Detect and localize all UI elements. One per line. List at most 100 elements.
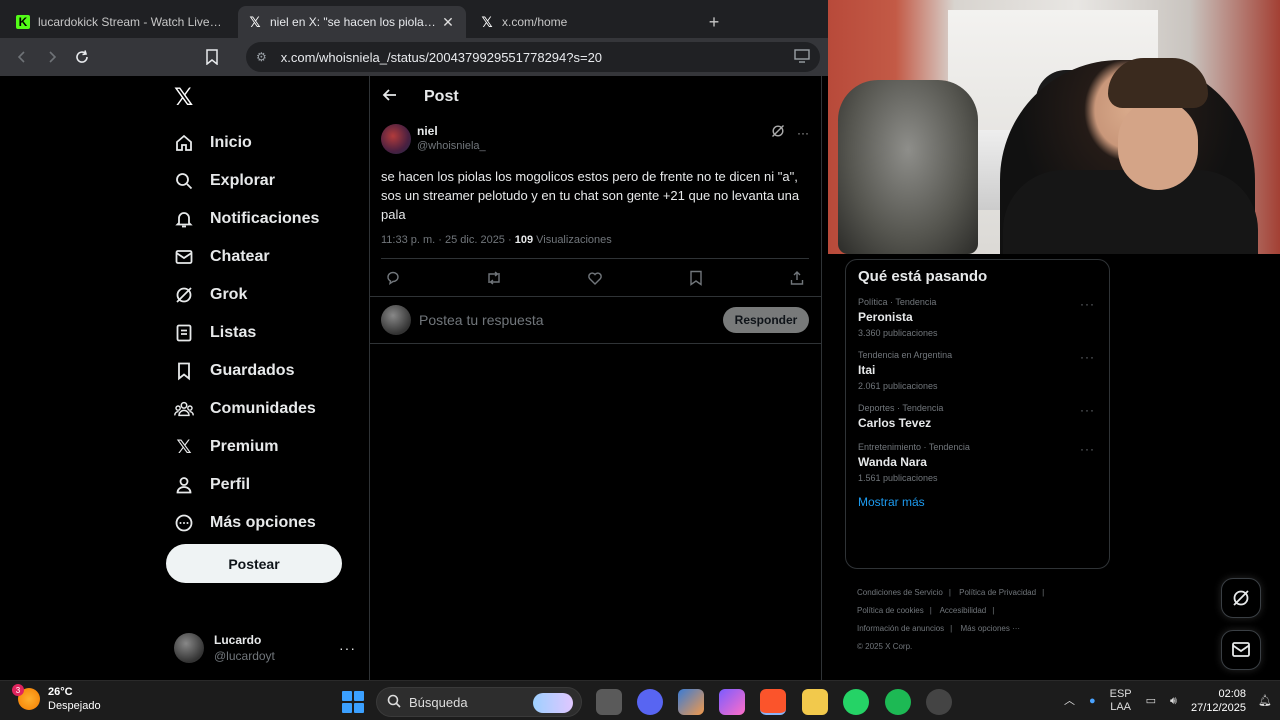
webcam-chair — [838, 80, 978, 254]
taskbar-search[interactable]: Búsqueda — [376, 687, 582, 717]
footer-link[interactable]: Más opciones ··· — [960, 624, 1020, 633]
whatsapp-icon[interactable] — [843, 689, 869, 715]
trend-item[interactable]: Política · Tendencia Peronista 3.360 pub… — [858, 297, 1097, 338]
nav-perfil[interactable]: Perfil — [174, 466, 319, 504]
trend-count: 1.561 publicaciones — [858, 473, 938, 483]
task-view-icon[interactable] — [596, 689, 622, 715]
site-settings-icon[interactable]: ⚙ — [256, 50, 267, 64]
nav-label: Guardados — [210, 362, 295, 379]
trend-item[interactable]: Tendencia en Argentina Itai 2.061 public… — [858, 350, 1097, 391]
browser-tab-bar: K lucardokick Stream - Watch Live on K 𝕏… — [0, 0, 828, 38]
share-icon[interactable] — [787, 268, 807, 288]
account-handle: @lucardoyt — [214, 649, 275, 663]
tab-x-home[interactable]: 𝕏 x.com/home — [470, 6, 698, 38]
url-omnibox[interactable]: ⚙ x.com/whoisniela_/status/2004379929551… — [246, 42, 820, 72]
spotify-icon[interactable] — [885, 689, 911, 715]
install-app-icon[interactable] — [794, 48, 810, 66]
language-indicator[interactable]: ESP LAA — [1110, 688, 1132, 714]
author-handle[interactable]: @whoisniela_ — [417, 140, 771, 152]
clock[interactable]: 02:08 27/12/2025 — [1191, 687, 1246, 715]
nav-mas-opciones[interactable]: Más opciones — [174, 504, 319, 542]
app-icon[interactable] — [678, 689, 704, 715]
trend-item[interactable]: Deportes · Tendencia Carlos Tevez ··· — [858, 403, 1097, 430]
trend-count: 3.360 publicaciones — [858, 328, 938, 338]
forward-button[interactable] — [38, 43, 66, 71]
nav-label: Perfil — [210, 476, 251, 493]
footer-link[interactable]: Condiciones de Servicio — [857, 588, 943, 597]
back-button[interactable] — [8, 43, 36, 71]
footer-link[interactable]: Información de anuncios — [857, 624, 944, 633]
repost-icon[interactable] — [484, 268, 504, 288]
avatar[interactable] — [381, 124, 411, 154]
account-switcher[interactable]: Lucardo @lucardoyt ··· — [174, 628, 356, 668]
tab-x-post[interactable]: 𝕏 niel en X: "se hacen los piolas los ✕ — [238, 6, 466, 38]
more-dots-icon[interactable]: ··· — [1080, 442, 1095, 456]
weather-temp: 26°C — [48, 686, 73, 698]
close-tab-icon[interactable]: ✕ — [440, 14, 456, 31]
reload-button[interactable] — [68, 43, 96, 71]
footer-link[interactable]: Accesibilidad — [940, 606, 987, 615]
grok-icon — [1233, 590, 1249, 606]
nav-guardados[interactable]: Guardados — [174, 352, 319, 390]
weather-desc: Despejado — [48, 700, 101, 712]
more-dots-icon[interactable]: ··· — [1080, 403, 1095, 417]
discord-icon[interactable] — [637, 689, 663, 715]
chevron-up-icon[interactable]: ︿ — [1064, 695, 1075, 708]
file-explorer-icon[interactable] — [802, 689, 828, 715]
more-dots-icon[interactable]: ··· — [797, 126, 809, 140]
nav-grok[interactable]: Grok — [174, 276, 319, 314]
nav-premium[interactable]: 𝕏 Premium — [174, 428, 319, 466]
trend-context: Entretenimiento · Tendencia — [858, 442, 970, 452]
trend-count: 2.061 publicaciones — [858, 381, 938, 391]
app-icon[interactable] — [926, 689, 952, 715]
url-text: x.com/whoisniela_/status/200437992955177… — [280, 49, 603, 65]
nav-label: Listas — [210, 324, 257, 341]
brave-browser-icon[interactable] — [760, 689, 786, 715]
grok-icon[interactable] — [771, 124, 785, 141]
like-icon[interactable] — [585, 268, 605, 288]
volume-icon[interactable]: 🔊︎ — [1170, 695, 1177, 708]
weather-widget[interactable]: 3 26°C Despejado — [12, 684, 101, 713]
show-more-link[interactable]: Mostrar más — [858, 495, 1097, 509]
more-dots-icon[interactable]: ··· — [339, 640, 356, 656]
microphone-icon[interactable]: ● — [1089, 695, 1096, 708]
network-icon[interactable]: ▭ — [1146, 695, 1156, 708]
tab-kick-stream[interactable]: K lucardokick Stream - Watch Live on K — [6, 6, 234, 38]
reply-icon[interactable] — [383, 268, 403, 288]
nav-explorar[interactable]: Explorar — [174, 162, 319, 200]
views-count: 109 — [514, 234, 534, 246]
tweet-timestamp[interactable]: 11:33 p. m. · 25 dic. 2025 · — [381, 234, 515, 246]
reply-button[interactable]: Responder — [723, 307, 809, 333]
reply-composer: Postea tu respuesta Responder — [370, 296, 821, 344]
messages-float-button[interactable] — [1221, 630, 1261, 670]
more-dots-icon[interactable]: ··· — [1080, 297, 1095, 311]
trends-panel: Qué está pasando Política · Tendencia Pe… — [845, 259, 1110, 569]
sun-icon: 3 — [12, 684, 40, 710]
bookmark-page-button[interactable] — [198, 43, 226, 71]
nav-notificaciones[interactable]: Notificaciones — [174, 200, 319, 238]
back-arrow-icon[interactable] — [382, 87, 404, 108]
notification-bell-icon[interactable]: 🔔︎ — [1258, 695, 1272, 708]
webcam-overlay — [828, 0, 1280, 254]
more-dots-icon[interactable]: ··· — [1080, 350, 1095, 364]
new-tab-button[interactable]: + — [702, 6, 726, 38]
author-name[interactable]: niel — [417, 124, 771, 138]
left-sidebar: 𝕏 Inicio Explorar Notificaciones Chatear… — [0, 76, 370, 680]
copilot-icon[interactable] — [719, 689, 745, 715]
x-logo-icon[interactable]: 𝕏 — [174, 86, 198, 110]
bell-icon — [174, 209, 194, 229]
nav-listas[interactable]: Listas — [174, 314, 319, 352]
nav-chatear[interactable]: Chatear — [174, 238, 319, 276]
footer-link[interactable]: Política de cookies — [857, 606, 924, 615]
grok-float-button[interactable] — [1221, 578, 1261, 618]
trend-item[interactable]: Entretenimiento · Tendencia Wanda Nara 1… — [858, 442, 1097, 483]
post-button[interactable]: Postear — [166, 544, 342, 583]
reply-input[interactable]: Postea tu respuesta — [419, 312, 723, 328]
nav-comunidades[interactable]: Comunidades — [174, 390, 319, 428]
list-icon — [174, 323, 194, 343]
nav-inicio[interactable]: Inicio — [174, 124, 319, 162]
footer-link[interactable]: Política de Privacidad — [959, 588, 1036, 597]
bookmark-icon[interactable] — [686, 268, 706, 288]
weather-text: 26°C Despejado — [48, 685, 101, 713]
windows-start-icon[interactable] — [342, 691, 364, 713]
